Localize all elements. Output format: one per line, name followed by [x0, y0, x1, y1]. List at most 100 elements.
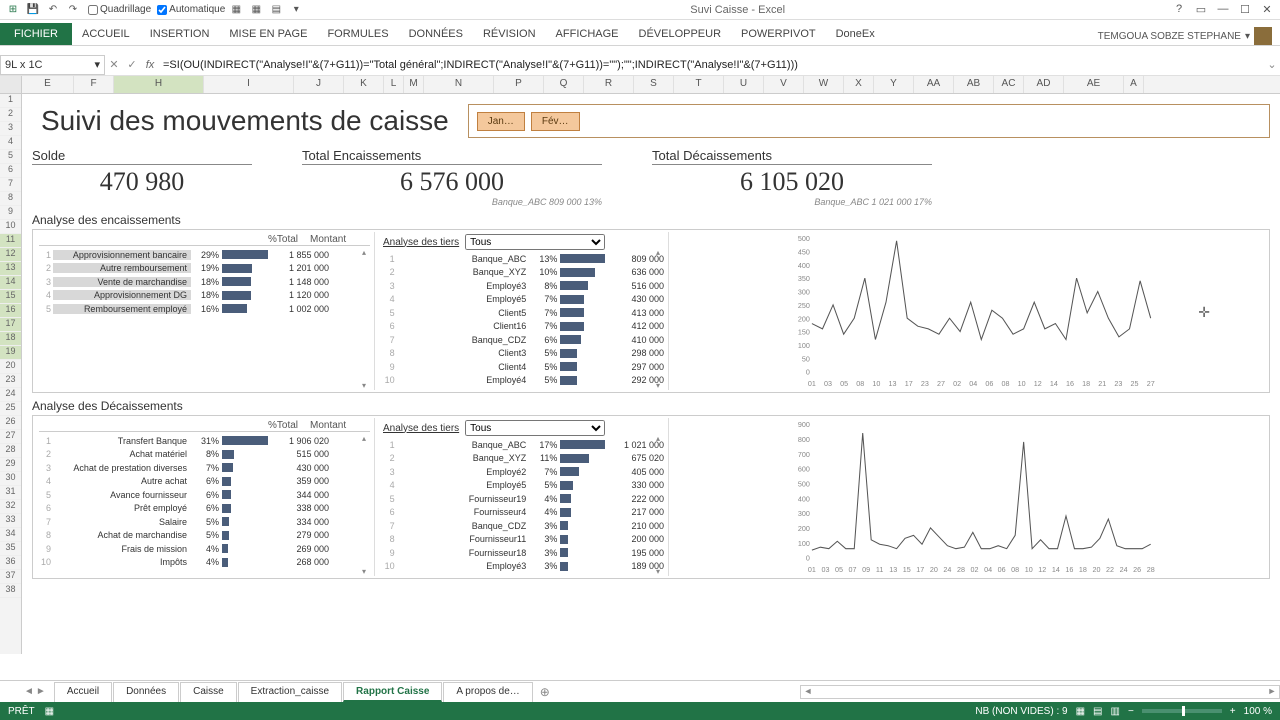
tab-developpeur[interactable]: DÉVELOPPEUR — [629, 23, 732, 45]
cancel-icon[interactable]: ✕ — [105, 58, 123, 71]
row-header[interactable]: 34 — [0, 528, 21, 542]
row-header[interactable]: 9 — [0, 206, 21, 220]
tab-insertion[interactable]: INSERTION — [140, 23, 220, 45]
col-header[interactable]: N — [424, 76, 494, 93]
row-header[interactable]: 25 — [0, 402, 21, 416]
tab-affichage[interactable]: AFFICHAGE — [546, 23, 629, 45]
zoom-value[interactable]: 100 % — [1244, 706, 1272, 717]
view-normal-icon[interactable]: ▦ — [1076, 706, 1085, 717]
tab-revision[interactable]: RÉVISION — [473, 23, 546, 45]
month-fev-button[interactable]: Fév… — [531, 112, 580, 131]
row-header[interactable]: 15 — [0, 290, 21, 304]
tab-donnees[interactable]: DONNÉES — [399, 23, 473, 45]
qat-icon-3[interactable]: ▤ — [267, 2, 285, 18]
name-box[interactable]: 9L x 1C▾ — [0, 55, 105, 75]
row-header[interactable]: 12 — [0, 248, 21, 262]
macro-record-icon[interactable]: ▦ — [45, 706, 54, 717]
ribbon-options-icon[interactable]: ▭ — [1192, 3, 1210, 16]
sheet-tab[interactable]: A propos de… — [443, 682, 532, 702]
col-header[interactable]: P — [494, 76, 544, 93]
col-header[interactable]: M — [404, 76, 424, 93]
row-header[interactable]: 14 — [0, 276, 21, 290]
tab-doneex[interactable]: DoneEx — [826, 23, 885, 45]
col-header[interactable]: R — [584, 76, 634, 93]
sheet-next-icon[interactable]: ► — [36, 686, 46, 697]
minimize-icon[interactable]: — — [1214, 3, 1232, 16]
row-header[interactable]: 8 — [0, 192, 21, 206]
col-header[interactable]: L — [384, 76, 404, 93]
row-header[interactable]: 29 — [0, 458, 21, 472]
enter-icon[interactable]: ✓ — [123, 58, 141, 71]
col-header[interactable]: K — [344, 76, 384, 93]
scroll-v[interactable]: ▴▾ — [362, 248, 374, 390]
zoom-in-icon[interactable]: + — [1230, 706, 1236, 717]
add-sheet-icon[interactable]: ⊕ — [540, 685, 550, 699]
scroll-v[interactable]: ▴▾ — [656, 434, 668, 576]
col-header[interactable]: Q — [544, 76, 584, 93]
col-header[interactable]: V — [764, 76, 804, 93]
col-header[interactable]: AD — [1024, 76, 1064, 93]
row-header[interactable]: 30 — [0, 472, 21, 486]
scroll-v[interactable]: ▴▾ — [362, 434, 374, 576]
row-header[interactable]: 38 — [0, 584, 21, 598]
tab-powerpivot[interactable]: POWERPIVOT — [731, 23, 826, 45]
row-header[interactable]: 27 — [0, 430, 21, 444]
sheet-prev-icon[interactable]: ◄ — [24, 686, 34, 697]
tab-file[interactable]: FICHIER — [0, 23, 72, 45]
tab-formules[interactable]: FORMULES — [317, 23, 398, 45]
col-header[interactable]: E — [22, 76, 74, 93]
sheet-tab[interactable]: Accueil — [54, 682, 112, 702]
col-header[interactable]: I — [204, 76, 294, 93]
row-header[interactable]: 17 — [0, 318, 21, 332]
row-header[interactable]: 13 — [0, 262, 21, 276]
row-header[interactable]: 35 — [0, 542, 21, 556]
col-header[interactable]: J — [294, 76, 344, 93]
sheet-tab[interactable]: Extraction_caisse — [238, 682, 342, 702]
col-header[interactable]: Y — [874, 76, 914, 93]
row-header[interactable]: 24 — [0, 388, 21, 402]
view-pagebreak-icon[interactable]: ▥ — [1111, 706, 1120, 717]
row-header[interactable]: 1 — [0, 94, 21, 108]
save-icon[interactable]: 💾 — [24, 2, 42, 18]
select-all-corner[interactable] — [0, 76, 22, 93]
sheet-tab[interactable]: Données — [113, 682, 179, 702]
row-header[interactable]: 23 — [0, 374, 21, 388]
view-layout-icon[interactable]: ▤ — [1093, 706, 1102, 717]
row-header[interactable]: 7 — [0, 178, 21, 192]
row-header[interactable]: 4 — [0, 136, 21, 150]
help-icon[interactable]: ? — [1170, 3, 1188, 16]
tab-miseenpage[interactable]: MISE EN PAGE — [219, 23, 317, 45]
qat-more-icon[interactable]: ▾ — [287, 2, 305, 18]
row-header[interactable]: 10 — [0, 220, 21, 234]
quadrillage-checkbox[interactable]: Quadrillage — [88, 4, 151, 15]
row-header[interactable]: 33 — [0, 514, 21, 528]
row-header[interactable]: 31 — [0, 486, 21, 500]
maximize-icon[interactable]: ☐ — [1236, 3, 1254, 16]
redo-icon[interactable]: ↷ — [64, 2, 82, 18]
row-header[interactable]: 6 — [0, 164, 21, 178]
row-header[interactable]: 32 — [0, 500, 21, 514]
scroll-v[interactable]: ▴▾ — [656, 248, 668, 390]
tier-filter-select[interactable]: Tous — [465, 234, 605, 250]
undo-icon[interactable]: ↶ — [44, 2, 62, 18]
col-header[interactable]: H — [114, 76, 204, 93]
col-header[interactable]: AB — [954, 76, 994, 93]
zoom-slider[interactable] — [1142, 709, 1222, 713]
automatique-checkbox[interactable]: Automatique — [157, 4, 225, 15]
row-header[interactable]: 18 — [0, 332, 21, 346]
col-header[interactable]: S — [634, 76, 674, 93]
row-header[interactable]: 3 — [0, 122, 21, 136]
horizontal-scrollbar[interactable]: ◄► — [800, 685, 1280, 699]
row-header[interactable]: 19 — [0, 346, 21, 360]
zoom-out-icon[interactable]: − — [1128, 706, 1134, 717]
row-header[interactable]: 37 — [0, 570, 21, 584]
col-header[interactable]: F — [74, 76, 114, 93]
expand-formula-icon[interactable]: ⌄ — [1264, 58, 1280, 71]
col-header[interactable]: A — [1124, 76, 1144, 93]
col-header[interactable]: W — [804, 76, 844, 93]
row-header[interactable]: 2 — [0, 108, 21, 122]
row-header[interactable]: 20 — [0, 360, 21, 374]
col-header[interactable]: AC — [994, 76, 1024, 93]
formula-input[interactable] — [159, 59, 1264, 71]
row-header[interactable]: 28 — [0, 444, 21, 458]
